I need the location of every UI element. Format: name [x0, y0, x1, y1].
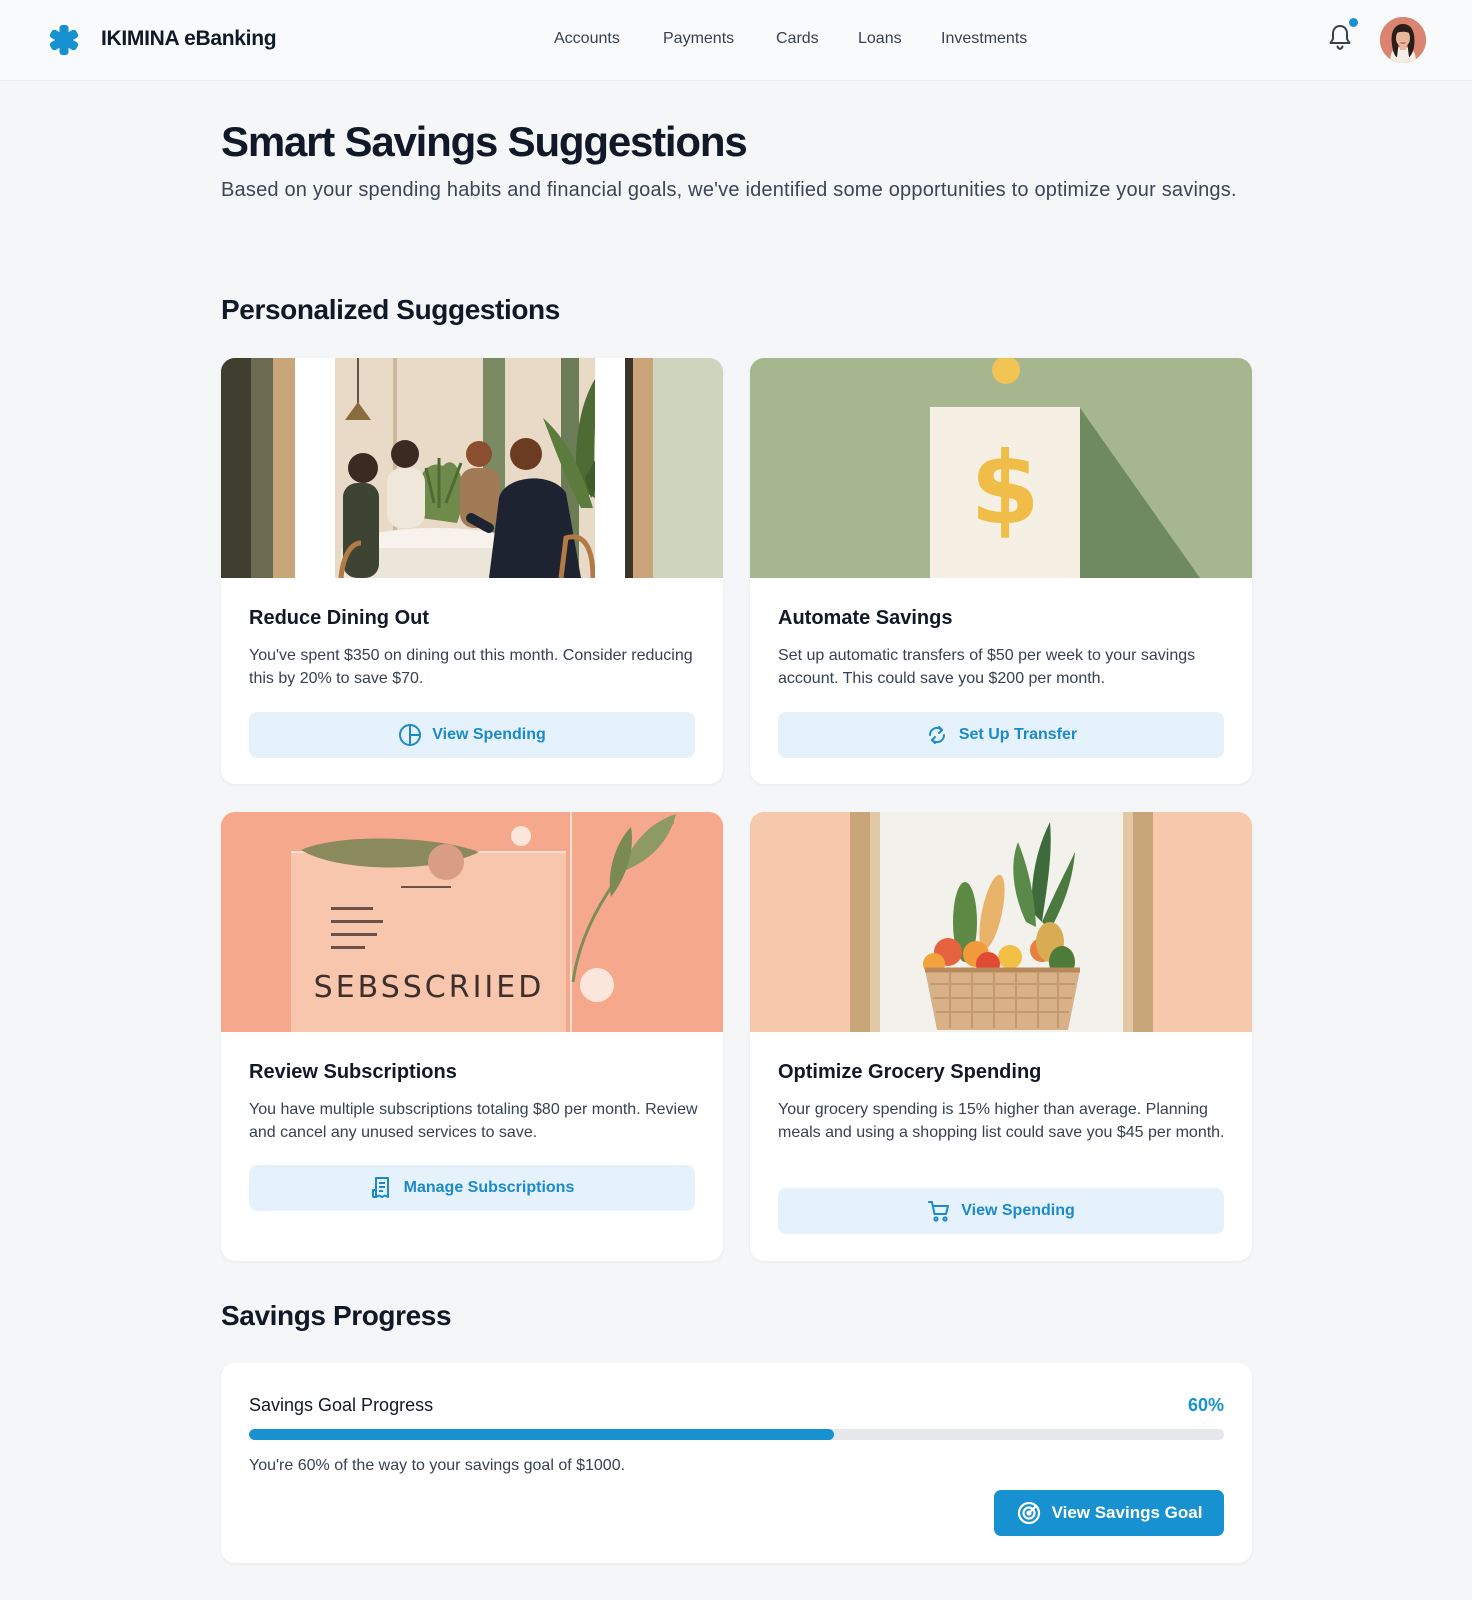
card-title: Optimize Grocery Spending	[778, 1061, 1042, 1083]
card-description: Your grocery spending is 15% higher than…	[778, 1101, 1225, 1141]
manage-subscriptions-button[interactable]: Manage Subscriptions	[249, 1165, 695, 1211]
dollar-card-illustration: $	[750, 358, 1252, 578]
button-label: Set Up Transfer	[958, 726, 1078, 743]
notification-dot	[1349, 18, 1358, 27]
grocery-basket-illustration	[750, 812, 1252, 1032]
nav-investments[interactable]: Investments	[941, 30, 1027, 48]
progress-note: You're 60% of the way to your savings go…	[249, 1457, 626, 1474]
page-title: Smart Savings Suggestions	[221, 118, 748, 165]
nav-cards[interactable]: Cards	[776, 30, 819, 48]
progress-percent: 60%	[1187, 1395, 1224, 1415]
button-label: View Spending	[961, 1202, 1075, 1219]
progress-bar-fill	[249, 1429, 834, 1440]
receipt-icon	[371, 1177, 389, 1198]
subscriptions-image-text: SEBSSCRIIED	[314, 970, 545, 1005]
page-subtitle: Based on your spending habits and financ…	[221, 179, 1237, 201]
view-spending-button[interactable]: View Spending	[249, 712, 695, 758]
progress-bar-track	[249, 1429, 1224, 1440]
top-navigation-bar: IKIMINA eBanking Accounts Payments Cards…	[0, 0, 1472, 81]
button-label: Manage Subscriptions	[403, 1179, 575, 1196]
nav-loans[interactable]: Loans	[858, 30, 902, 48]
suggestion-card-subscriptions: SEBSSCRIIED Review Subscriptions You hav…	[221, 812, 723, 1261]
card-title: Automate Savings	[778, 607, 953, 629]
card-title: Review Subscriptions	[249, 1061, 457, 1083]
suggestion-card-dining: Reduce Dining Out You've spent $350 on d…	[221, 358, 723, 784]
view-grocery-spending-button[interactable]: View Spending	[778, 1188, 1224, 1234]
shopping-cart-icon	[928, 1201, 950, 1222]
refresh-icon	[928, 726, 945, 744]
main-nav: Accounts Payments Cards Loans Investment…	[0, 30, 1472, 52]
card-description: Set up automatic transfers of $50 per we…	[778, 647, 1196, 687]
view-savings-goal-button[interactable]: View Savings Goal	[994, 1490, 1224, 1536]
button-label: View Spending	[432, 726, 546, 743]
bell-icon[interactable]	[1327, 23, 1353, 51]
subscriptions-illustration: SEBSSCRIIED	[221, 812, 723, 1032]
button-label: View Savings Goal	[1051, 1503, 1203, 1522]
section-title-savings-progress: Savings Progress	[221, 1300, 452, 1331]
savings-progress-card: Savings Goal Progress 60% You're 60% of …	[221, 1363, 1252, 1563]
nav-accounts[interactable]: Accounts	[554, 30, 620, 48]
svg-text:$: $	[970, 430, 1040, 547]
suggestion-card-automate: $ Automate Savings Set up automatic tran…	[750, 358, 1252, 784]
suggestion-card-grocery: Optimize Grocery Spending Your grocery s…	[750, 812, 1252, 1261]
dining-illustration	[221, 358, 723, 578]
pie-chart-icon	[399, 724, 422, 746]
set-up-transfer-button[interactable]: Set Up Transfer	[778, 712, 1224, 758]
card-description: You have multiple subscriptions totaling…	[249, 1101, 698, 1141]
section-title-suggestions: Personalized Suggestions	[221, 294, 560, 325]
avatar[interactable]	[1380, 17, 1426, 63]
progress-label: Savings Goal Progress	[249, 1395, 434, 1415]
target-icon	[1017, 1501, 1040, 1525]
card-description: You've spent $350 on dining out this mon…	[249, 647, 693, 687]
card-title: Reduce Dining Out	[249, 607, 429, 629]
nav-payments[interactable]: Payments	[663, 30, 734, 48]
